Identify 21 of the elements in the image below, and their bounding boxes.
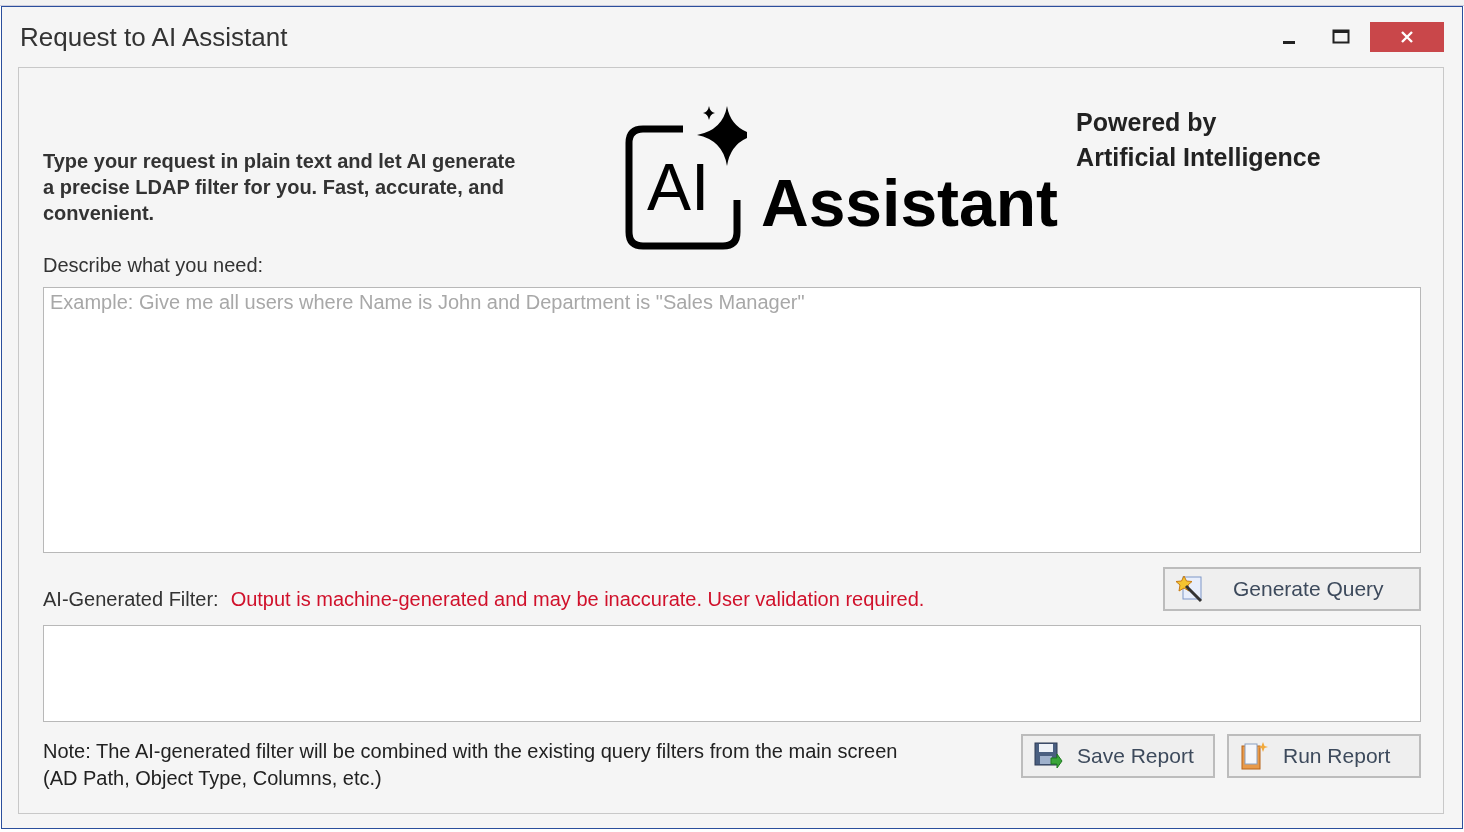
magic-wand-icon <box>1175 574 1205 604</box>
window-title: Request to AI Assistant <box>20 21 288 53</box>
save-report-button[interactable]: Save Report <box>1021 734 1215 778</box>
generate-query-button[interactable]: Generate Query <box>1163 567 1421 611</box>
close-button[interactable] <box>1370 22 1444 52</box>
note-text: Note: The AI-generated filter will be combined with the existing query filters from the main screen (AD Path, Object Type, Columns, etc.) <box>43 739 899 791</box>
powered-by-text: Artificial Intelligence <box>1076 143 1321 172</box>
logo-text: Assistant <box>761 170 1059 236</box>
floppy-disk-icon <box>1033 741 1063 771</box>
maximize-icon <box>1332 29 1350 45</box>
request-field[interactable]: Example: Give me all users where Name is John and Department is "Sales Manager" <box>43 287 1421 553</box>
minimize-icon <box>1283 40 1295 44</box>
powered-by-text: Powered by <box>1076 108 1218 137</box>
request-label: Describe what you need: <box>43 254 265 277</box>
intro-text: Type your request in plain text and let AI generate a precise LDAP filter for you. Fast, accurate, and convenient. <box>43 149 517 226</box>
close-icon <box>1399 29 1415 45</box>
clipboard-icon <box>1239 741 1269 771</box>
warning-text: Output is machine-generated and may be inaccurate. User validation required. <box>230 588 925 611</box>
logo-badge-text: AI <box>647 154 710 220</box>
run-report-button[interactable]: Run Report <box>1227 734 1421 778</box>
filter-label: AI-Generated Filter: <box>43 588 219 611</box>
